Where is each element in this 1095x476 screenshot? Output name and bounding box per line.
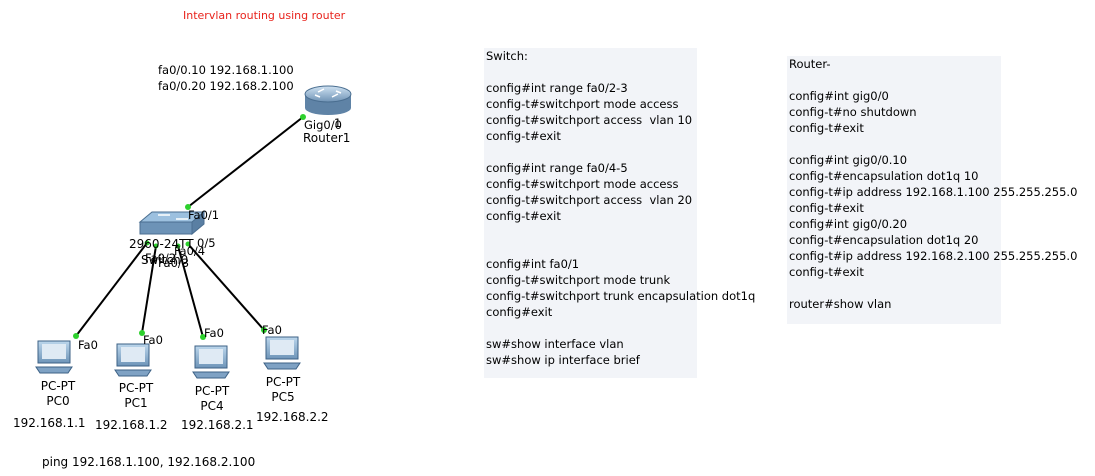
link-router-switch[interactable] xyxy=(187,116,304,208)
note-line xyxy=(486,224,697,240)
note-line: config-t#ip address 192.168.2.100 255.25… xyxy=(789,249,1078,263)
pc4-port: Fa0 xyxy=(204,326,224,340)
note-line: config-t#exit xyxy=(789,201,864,215)
switch-port-fa0-4: Fa0/4 xyxy=(174,244,206,258)
note-line: config-t#switchport trunk encapsulation … xyxy=(486,289,756,303)
note-line xyxy=(789,72,1001,88)
note-line: config-t#exit xyxy=(789,265,864,279)
ping-note: ping 192.168.1.100, 192.168.2.100 xyxy=(42,455,256,469)
note-line xyxy=(486,144,697,160)
pc5-port: Fa0 xyxy=(262,323,282,337)
pc-icon[interactable] xyxy=(192,345,230,379)
note-line: Switch: xyxy=(486,49,528,63)
link-switch-pc0[interactable] xyxy=(75,242,148,337)
note-line: config-t#exit xyxy=(486,129,561,143)
note-line: config#int gig0/0.20 xyxy=(789,217,908,231)
pc0-port: Fa0 xyxy=(78,338,98,352)
note-line: config-t#exit xyxy=(486,209,561,223)
note-line: config-t#switchport mode trunk xyxy=(486,273,671,287)
note-line xyxy=(486,64,697,80)
note-line xyxy=(789,136,1001,152)
pc-icon[interactable] xyxy=(263,336,301,370)
note-line: config-t#switchport mode access xyxy=(486,97,679,111)
switch-uplink-port: Fa0/1 xyxy=(188,208,220,222)
pc4-ip: 192.168.2.1 xyxy=(181,418,254,432)
note-line: config#exit xyxy=(486,305,553,319)
pc1-ip: 192.168.1.2 xyxy=(95,418,168,432)
note-line xyxy=(789,280,1001,296)
note-line: config-t#encapsulation dot1q 10 xyxy=(789,169,979,183)
note-line: config-t#encapsulation dot1q 20 xyxy=(789,233,979,247)
note-line: Router- xyxy=(789,57,831,71)
note-line: sw#show interface vlan xyxy=(486,337,624,351)
note-line: config-t#ip address 192.168.1.100 255.25… xyxy=(789,185,1078,199)
switch-config-note[interactable]: Switch: config#int range fa0/2-3 config-… xyxy=(484,48,756,378)
pc5-ip: 192.168.2.2 xyxy=(256,410,329,424)
switch-port-fa0-3: Fa0/3 xyxy=(158,256,190,270)
router-icon[interactable] xyxy=(304,85,352,115)
pc1-type: PC-PT xyxy=(118,381,154,395)
router-port-overlap: 1 xyxy=(334,116,342,130)
note-line xyxy=(486,320,697,336)
note-line: config-t#switchport mode access xyxy=(486,177,679,191)
pc0-name: PC0 xyxy=(46,394,70,408)
pc-icon[interactable] xyxy=(114,343,152,377)
note-line: config#int range fa0/4-5 xyxy=(486,161,628,175)
note-line: sw#show ip interface brief xyxy=(486,353,640,367)
note-line: config-t#switchport access vlan 10 xyxy=(486,113,693,127)
note-line: config#int gig0/0.10 xyxy=(789,153,908,167)
pc4-type: PC-PT xyxy=(194,384,230,398)
router-name: Router1 xyxy=(303,131,351,145)
pc1-name: PC1 xyxy=(124,396,148,410)
note-line: config-t#no shutdown xyxy=(789,105,917,119)
note-line: config-t#exit xyxy=(789,121,864,135)
pc1-port: Fa0 xyxy=(143,333,163,347)
pc4-name: PC4 xyxy=(200,399,224,413)
pc5-type: PC-PT xyxy=(265,375,301,389)
pc5-name: PC5 xyxy=(271,390,295,404)
pc0-type: PC-PT xyxy=(40,379,76,393)
note-line xyxy=(486,240,697,256)
note-line: config-t#switchport access vlan 20 xyxy=(486,193,693,207)
note-line: config#int fa0/1 xyxy=(486,257,580,271)
pc0-ip: 192.168.1.1 xyxy=(13,416,86,430)
note-line: config#int range fa0/2-3 xyxy=(486,81,628,95)
pc-icon[interactable] xyxy=(35,340,73,374)
note-line: router#show vlan xyxy=(789,297,892,311)
router-config-note[interactable]: Router- config#int gig0/0 config-t#no sh… xyxy=(787,56,1078,324)
note-line: config#int gig0/0 xyxy=(789,89,889,103)
